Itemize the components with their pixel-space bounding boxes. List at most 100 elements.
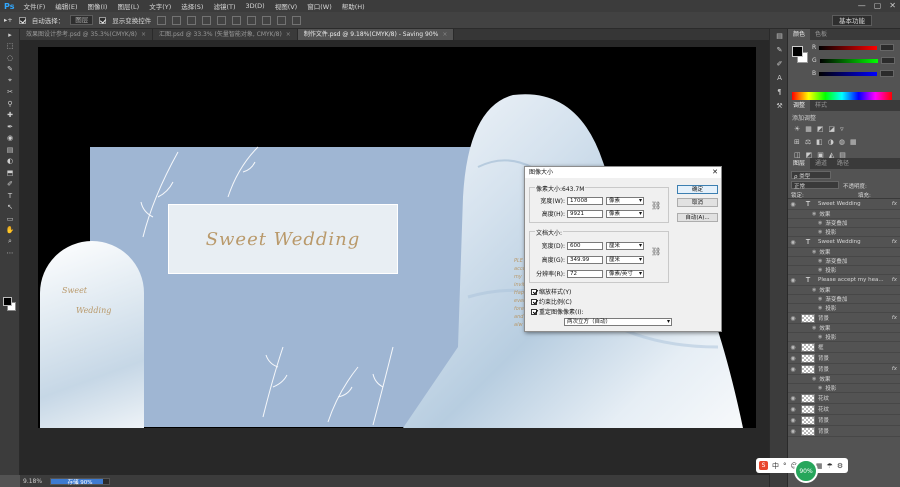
eye-icon[interactable]: ◉ (812, 376, 816, 382)
layer-filter-dropdown[interactable]: ρ 类型 (791, 171, 831, 180)
skin-icon[interactable]: ☂ (827, 462, 833, 470)
brush-settings-icon[interactable]: ✐ (770, 57, 789, 71)
menu-help[interactable]: 帮助(H) (337, 1, 370, 11)
layer-row[interactable]: ◉ 背景 (788, 426, 900, 437)
black-white-icon[interactable]: ◧ (816, 138, 823, 146)
hand-tool-icon[interactable]: ✋ (0, 225, 20, 237)
exposure-icon[interactable]: ◪ (829, 125, 836, 133)
channel-mixer-icon[interactable]: ◍ (839, 138, 845, 146)
tab-color[interactable]: 颜色 (788, 29, 811, 40)
doc-width-unit[interactable]: 厘米 (606, 241, 644, 250)
move-tool-icon[interactable]: ▸ (0, 29, 20, 41)
tools-preset-icon[interactable]: ⚒ (770, 99, 789, 113)
auto-select-checkbox[interactable] (18, 16, 26, 24)
brush-tool-icon[interactable]: ✒ (0, 121, 20, 133)
layer-effects-row[interactable]: ◉ 效果 (788, 210, 900, 219)
tab-styles[interactable]: 样式 (810, 100, 832, 111)
blue-slider[interactable] (819, 71, 878, 76)
tab-summary-doc[interactable]: 汇图.psd @ 33.3% (矢量智能对象, CMYK/8) × (153, 29, 298, 40)
eye-icon[interactable]: ◉ (788, 315, 798, 322)
path-select-tool-icon[interactable]: ↖ (0, 202, 20, 214)
menu-edit[interactable]: 编辑(E) (50, 1, 82, 11)
menu-select[interactable]: 选择(S) (176, 1, 208, 11)
more-tools-icon[interactable]: ⋯ (0, 248, 20, 260)
menu-3d[interactable]: 3D(D) (240, 2, 269, 10)
align-bottom-icon[interactable] (187, 15, 197, 25)
eye-icon[interactable]: ◉ (812, 211, 816, 217)
properties-icon[interactable]: ✎ (770, 43, 789, 57)
workspace-switcher[interactable]: 基本功能 (832, 15, 872, 26)
menu-file[interactable]: 文件(F) (18, 1, 50, 11)
eye-icon[interactable]: ◉ (818, 334, 822, 340)
vibrance-icon[interactable]: ▿ (840, 125, 844, 133)
color-spectrum[interactable] (792, 92, 892, 100)
settings-icon[interactable]: ⚙ (837, 462, 843, 470)
layer-row[interactable]: ◉ 背景 (788, 353, 900, 364)
close-icon[interactable]: ✕ (889, 1, 896, 10)
auto-button[interactable]: 自动(A)... (677, 213, 718, 222)
resolution-input[interactable]: 72 (567, 269, 603, 278)
eye-icon[interactable]: ◉ (818, 258, 822, 264)
pen-tool-icon[interactable]: ✐ (0, 179, 20, 191)
align-middle-icon[interactable] (172, 15, 182, 25)
tab-paths[interactable]: 路径 (832, 158, 854, 169)
eye-icon[interactable]: ◉ (788, 395, 798, 402)
align-center-icon[interactable] (217, 15, 227, 25)
align-right-icon[interactable] (232, 15, 242, 25)
eyedropper-tool-icon[interactable]: ⚲ (0, 98, 20, 110)
doc-height-input[interactable]: 349.99 (567, 255, 603, 264)
constrain-checkbox[interactable] (531, 298, 537, 305)
layer-effect-item[interactable]: ◉ 投影 (788, 384, 900, 393)
move-tool-icon[interactable]: ▸+ (4, 16, 13, 24)
lasso-tool-icon[interactable]: ◌ (0, 52, 20, 64)
layer-effect-item[interactable]: ◉ 投影 (788, 333, 900, 342)
cancel-button[interactable]: 取消 (677, 198, 718, 207)
chinese-mode-icon[interactable]: 中 (772, 461, 779, 471)
photo-filter-icon[interactable]: ◑ (828, 138, 834, 146)
layer-row[interactable]: ◉ 花纹 (788, 404, 900, 415)
eraser-tool-icon[interactable]: ◐ (0, 156, 20, 168)
curves-icon[interactable]: ◩ (817, 125, 824, 133)
layer-row[interactable]: ◉ T Sweet Wedding fx (788, 199, 900, 210)
eye-icon[interactable]: ◉ (818, 385, 822, 391)
layer-effect-item[interactable]: ◉ 投影 (788, 304, 900, 313)
doc-width-input[interactable]: 600 (567, 241, 603, 250)
fx-icon[interactable]: fx (892, 315, 897, 321)
gradient-tool-icon[interactable]: ⬒ (0, 167, 20, 179)
eye-icon[interactable]: ◉ (818, 305, 822, 311)
maximize-icon[interactable]: ▢ (874, 1, 882, 10)
blue-value[interactable] (880, 70, 895, 77)
zoom-tool-icon[interactable]: ⌕ (0, 236, 20, 248)
layer-effect-item[interactable]: ◉ 投影 (788, 266, 900, 275)
green-slider[interactable] (819, 58, 878, 63)
hue-icon[interactable]: ⊞ (794, 138, 800, 146)
eye-icon[interactable]: ◉ (812, 287, 816, 293)
zoom-level[interactable]: 9.18% (23, 478, 42, 485)
layer-row[interactable]: ◉ 背景 (788, 415, 900, 426)
eye-icon[interactable]: ◉ (812, 249, 816, 255)
foreground-color-swatch[interactable] (792, 46, 803, 57)
tab-close-icon[interactable]: × (442, 31, 447, 38)
layer-effect-item[interactable]: ◉ 渐变叠加 (788, 219, 900, 228)
eye-icon[interactable]: ◉ (818, 296, 822, 302)
layer-effects-row[interactable]: ◉ 效果 (788, 248, 900, 257)
quick-select-tool-icon[interactable]: ✎ (0, 64, 20, 76)
layer-effect-item[interactable]: ◉ 渐变叠加 (788, 257, 900, 266)
performance-badge[interactable]: 90% (794, 459, 818, 483)
align-top-icon[interactable] (157, 15, 167, 25)
color-balance-icon[interactable]: ⚖ (805, 138, 811, 146)
color-lookup-icon[interactable]: ▦ (850, 138, 857, 146)
blend-mode-dropdown[interactable]: 正常 (791, 181, 839, 190)
crop-tool-icon[interactable]: ⌖ (0, 75, 20, 87)
layer-row[interactable]: ◉ T Please accept my hea... fx (788, 275, 900, 286)
layer-effects-row[interactable]: ◉ 效果 (788, 324, 900, 333)
stamp-tool-icon[interactable]: ◉ (0, 133, 20, 145)
character-icon[interactable]: A (770, 71, 789, 85)
green-value[interactable] (880, 57, 895, 64)
show-transform-checkbox[interactable] (99, 16, 107, 24)
layer-row[interactable]: ◉ 框 (788, 342, 900, 353)
tab-reference-doc[interactable]: 效果图设计参考.psd @ 35.3%(CMYK/8) × (20, 29, 154, 40)
red-slider[interactable] (819, 45, 878, 50)
distribute-v-icon[interactable] (277, 15, 287, 25)
resample-checkbox[interactable] (531, 308, 537, 315)
